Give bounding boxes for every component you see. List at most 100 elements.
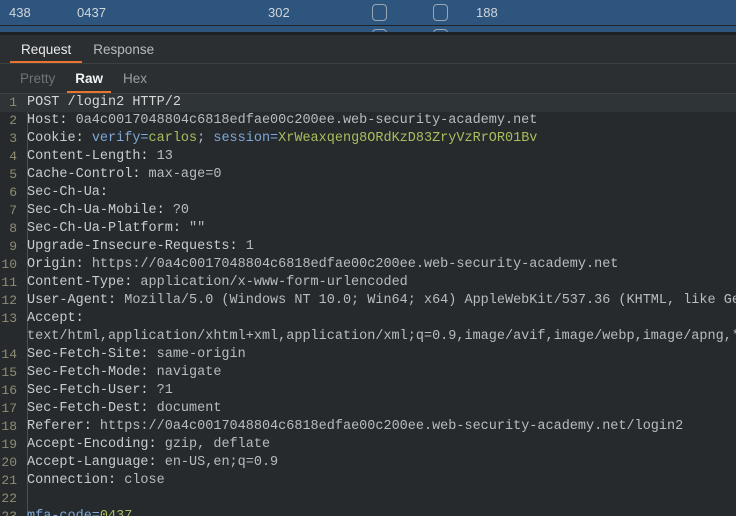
code-line-text: Sec-Fetch-User: ?1 [22, 382, 173, 400]
code-token: https://0a4c0017048804c6818edfae00c200ee… [99, 419, 684, 434]
line-number: 14 [1, 347, 17, 362]
line-number: 5 [9, 167, 17, 182]
cell-timeout-checkbox[interactable] [433, 0, 448, 25]
code-line-text: Accept: [22, 310, 84, 328]
code-token: : [148, 455, 165, 470]
line-number: 2 [9, 113, 17, 128]
burp-request-viewer: 438 0437 302 188 Request Response Pretty… [0, 0, 736, 516]
code-line-text: Origin: https://0a4c0017048804c6818edfae… [22, 256, 618, 274]
tab-response-label: Response [93, 41, 155, 57]
code-token: : [229, 239, 246, 254]
line-number: 12 [1, 293, 17, 308]
line-number [0, 328, 22, 346]
cell-status-code: 302 [268, 5, 290, 20]
code-token: application/x-www-form-urlencoded [140, 275, 408, 290]
cell-error-checkbox[interactable] [372, 0, 387, 25]
code-line[interactable]: 7 Sec-Ch-Ua-Mobile: ?0 [0, 202, 736, 220]
checkbox-unchecked-icon[interactable] [433, 4, 448, 21]
tab-response[interactable]: Response [82, 35, 165, 63]
line-number: 20 [1, 455, 17, 470]
code-line[interactable]: 13 Accept: [0, 310, 736, 328]
code-line[interactable]: 12 User-Agent: Mozilla/5.0 (Windows NT 10… [0, 292, 736, 310]
code-line[interactable]: 21 Connection: close [0, 472, 736, 490]
tab-raw[interactable]: Raw [65, 64, 113, 93]
code-line[interactable]: 5 Cache-Control: max-age=0 [0, 166, 736, 184]
code-line[interactable]: 14 Sec-Fetch-Site: same-origin [0, 346, 736, 364]
table-row-partial[interactable] [0, 25, 736, 32]
code-line[interactable]: 6 Sec-Ch-Ua: [0, 184, 736, 202]
code-line[interactable]: 15 Sec-Fetch-Mode: navigate [0, 364, 736, 382]
code-token: 0a4c0017048804c6818edfae00c200ee.web-sec… [75, 113, 538, 128]
code-line[interactable]: 4 Content-Length: 13 [0, 148, 736, 166]
code-token: Content-Type [27, 275, 125, 290]
tab-hex[interactable]: Hex [113, 64, 157, 93]
line-number: 16 [1, 383, 17, 398]
code-token: : [59, 113, 76, 128]
code-line[interactable]: 3 Cookie: verify=carlos; session=XrWeaxqe… [0, 130, 736, 148]
line-number: 9 [9, 239, 17, 254]
message-tabs: Request Response [0, 35, 736, 64]
code-line[interactable]: 18 Referer: https://0a4c0017048804c6818ed… [0, 418, 736, 436]
code-token: Accept [27, 311, 76, 326]
code-line-text: mfa-code=0437 [22, 508, 132, 516]
tab-request[interactable]: Request [10, 35, 83, 63]
code-token: verify= [91, 131, 149, 146]
code-line-text: Upgrade-Insecure-Requests: 1 [22, 238, 254, 256]
code-line[interactable]: 11 Content-Type: application/x-www-form-u… [0, 274, 736, 292]
line-number: 17 [1, 401, 17, 416]
tab-pretty[interactable]: Pretty [10, 64, 65, 93]
code-line-text: Cache-Control: max-age=0 [22, 166, 221, 184]
tab-hex-label: Hex [123, 71, 148, 86]
code-token: : [140, 347, 157, 362]
code-token: ?0 [172, 203, 190, 218]
code-line[interactable]: 19 Accept-Encoding: gzip, deflate [0, 436, 736, 454]
cell-request-index: 438 [9, 5, 31, 20]
code-token: 1 [245, 239, 254, 254]
code-line[interactable]: 23mfa-code=0437 [0, 508, 736, 516]
code-line[interactable]: 16 Sec-Fetch-User: ?1 [0, 382, 736, 400]
code-token: : [140, 401, 157, 416]
code-token: : [75, 131, 92, 146]
checkbox-unchecked-icon[interactable] [372, 4, 387, 21]
code-line[interactable]: 1 POST /login2 HTTP/2 [0, 94, 736, 112]
code-token: : [132, 167, 149, 182]
code-token: max-age=0 [148, 167, 222, 182]
raw-request-editor[interactable]: 1 POST /login2 HTTP/2 2 Host: 0a4c001704880… [0, 94, 736, 516]
code-token: : [108, 293, 125, 308]
code-line[interactable]: text/html,application/xhtml+xml,applicat… [0, 328, 736, 346]
code-line[interactable]: 20 Accept-Language: en-US,en;q=0.9 [0, 454, 736, 472]
code-token: ?1 [156, 383, 173, 398]
code-token: 0437 [100, 509, 132, 516]
code-token: : [156, 203, 173, 218]
code-token: Host [27, 113, 60, 128]
code-token: Sec-Fetch-Dest [27, 401, 141, 416]
code-token: Cache-Control [27, 167, 133, 182]
code-line-text: User-Agent: Mozilla/5.0 (Windows NT 10.0… [22, 292, 736, 310]
code-line-text: Referer: https://0a4c0017048804c6818edfa… [22, 418, 683, 436]
code-token: same-origin [156, 347, 246, 362]
code-line[interactable]: 17 Sec-Fetch-Dest: document [0, 400, 736, 418]
code-line-text: Sec-Ch-Ua-Mobile: ?0 [22, 202, 189, 220]
line-number: 3 [9, 131, 17, 146]
line-number: 22 [1, 491, 17, 506]
code-line[interactable]: 2 Host: 0a4c0017048804c6818edfae00c200ee.… [0, 112, 736, 130]
checkbox-unchecked-icon[interactable] [372, 29, 387, 32]
code-token: Accept-Language [27, 455, 149, 470]
code-token: User-Agent [27, 293, 109, 308]
code-line-text: Accept-Language: en-US,en;q=0.9 [22, 454, 278, 472]
code-token: carlos [148, 131, 198, 146]
code-line-text: Content-Type: application/x-www-form-url… [22, 274, 408, 292]
code-line[interactable]: 10 Origin: https://0a4c0017048804c6818edf… [0, 256, 736, 274]
code-token: close [124, 473, 165, 488]
code-token: Referer [27, 419, 84, 434]
view-mode-tabs: Pretty Raw Hex [0, 64, 736, 94]
table-row[interactable]: 438 0437 302 188 [0, 0, 736, 25]
code-line[interactable]: 9 Upgrade-Insecure-Requests: 1 [0, 238, 736, 256]
code-line-text: Cookie: verify=carlos; session=XrWeaxqen… [22, 130, 537, 148]
code-token: text/html,application/xhtml+xml,applicat… [27, 329, 736, 344]
code-line[interactable]: 22 [0, 490, 736, 508]
code-line[interactable]: 8 Sec-Ch-Ua-Platform: "" [0, 220, 736, 238]
code-lines[interactable]: 1 POST /login2 HTTP/2 2 Host: 0a4c001704880… [0, 94, 736, 516]
code-line-text: Accept-Encoding: gzip, deflate [22, 436, 270, 454]
checkbox-unchecked-icon[interactable] [433, 29, 448, 32]
